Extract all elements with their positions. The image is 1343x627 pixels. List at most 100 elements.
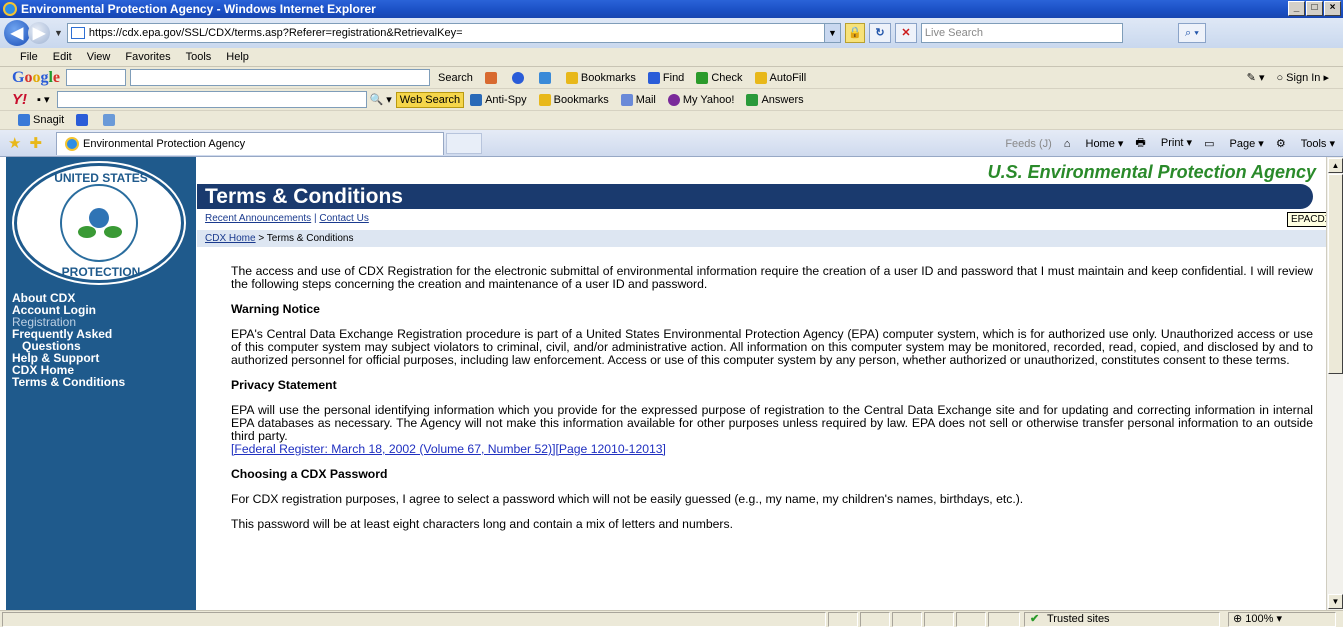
warning-paragraph: EPA's Central Data Exchange Registration… xyxy=(231,327,1313,367)
window-controls: _ □ × xyxy=(1288,1,1341,16)
seal-text-bottom: PROTECTION xyxy=(61,265,141,279)
live-search-input[interactable]: Live Search xyxy=(920,23,1123,43)
forward-button[interactable]: ▶ xyxy=(28,22,50,44)
breadcrumb: CDX Home > Terms & Conditions xyxy=(197,230,1326,247)
seal-text-top: UNITED STATES xyxy=(54,171,148,185)
menu-edit[interactable]: Edit xyxy=(53,51,72,63)
google-check-button[interactable]: Check xyxy=(696,71,743,84)
tab-label: Environmental Protection Agency xyxy=(83,137,246,150)
snagit-edit-icon[interactable] xyxy=(103,114,118,126)
terms-body: The access and use of CDX Registration f… xyxy=(231,265,1313,543)
page-button[interactable]: ▭ Page ▾ xyxy=(1204,137,1264,150)
address-bar[interactable]: https://cdx.epa.gov/SSL/CDX/terms.asp?Re… xyxy=(66,23,841,43)
scroll-up-icon[interactable]: ▲ xyxy=(1328,158,1343,173)
google-logo: Google xyxy=(12,68,61,86)
search-go-button[interactable]: ⌕ ▾ xyxy=(1177,23,1206,43)
status-text-pane xyxy=(2,612,826,627)
yahoo-answers-button[interactable]: Answers xyxy=(746,93,804,106)
google-settings-icon[interactable]: ✎ ▾ xyxy=(1247,71,1265,84)
scroll-down-icon[interactable]: ▼ xyxy=(1328,594,1343,609)
trusted-check-icon: ✔ xyxy=(1030,613,1040,625)
menu-help[interactable]: Help xyxy=(226,51,249,63)
google-bookmarks-button[interactable]: Bookmarks xyxy=(565,71,636,84)
ie-logo-icon xyxy=(3,2,17,16)
print-button[interactable]: 🖶 Print ▾ xyxy=(1135,134,1192,153)
yahoo-my-yahoo-button[interactable]: My Yahoo! xyxy=(667,93,734,106)
google-search-button[interactable]: Search xyxy=(438,72,473,84)
sidebar-item-terms[interactable]: Terms & Conditions xyxy=(12,376,125,388)
address-value[interactable]: https://cdx.epa.gov/SSL/CDX/terms.asp?Re… xyxy=(89,27,824,39)
google-search-input[interactable] xyxy=(130,69,431,86)
status-bar: ✔ Trusted sites ⊕ 100% ▾ xyxy=(0,610,1343,627)
privacy-heading: Privacy Statement xyxy=(231,378,337,392)
home-button[interactable]: ⌂ Home ▾ xyxy=(1064,137,1124,150)
refresh-button[interactable]: ↻ xyxy=(868,23,891,43)
yahoo-search-input[interactable] xyxy=(57,91,368,108)
yahoo-anti-spy-button[interactable]: Anti-Spy xyxy=(470,93,527,106)
vertical-scrollbar[interactable]: ▲ ▼ xyxy=(1326,157,1343,610)
yahoo-web-search-button[interactable]: Web Search xyxy=(395,91,465,108)
security-zone[interactable]: ✔ Trusted sites xyxy=(1024,612,1220,627)
back-button[interactable]: ◀ xyxy=(4,20,30,46)
maximize-icon[interactable]: □ xyxy=(1306,1,1323,16)
menu-favorites[interactable]: Favorites xyxy=(125,51,170,63)
tab-epa[interactable]: Environmental Protection Agency xyxy=(56,131,445,155)
menu-tools[interactable]: Tools xyxy=(186,51,212,63)
yahoo-search-icon[interactable]: 🔍 ▾ xyxy=(369,93,391,106)
yahoo-bookmarks-button[interactable]: Bookmarks xyxy=(538,93,609,106)
contact-us-link[interactable]: Contact Us xyxy=(319,213,368,224)
zoom-value: 100% xyxy=(1245,613,1274,625)
zone-label: Trusted sites xyxy=(1047,613,1110,625)
yahoo-logo[interactable]: Y! xyxy=(12,91,27,108)
page-title: Terms & Conditions xyxy=(197,184,1313,209)
snagit-button[interactable]: Snagit xyxy=(18,114,64,126)
yahoo-mail-button[interactable]: Mail xyxy=(620,93,656,106)
google-autofill-button[interactable]: AutoFill xyxy=(754,71,806,84)
breadcrumb-current: > Terms & Conditions xyxy=(258,233,354,244)
password-paragraph: For CDX registration purposes, I agree t… xyxy=(231,492,1024,506)
yahoo-toolbar: Y! ▪ ▾ 🔍 ▾ Web Search Anti-Spy Bookmarks… xyxy=(0,89,1343,111)
google-pagerank-icon[interactable] xyxy=(511,71,527,84)
federal-register-link[interactable]: [Federal Register: March 18, 2002 (Volum… xyxy=(231,442,666,456)
stop-button[interactable]: ✕ xyxy=(894,23,917,43)
status-pane xyxy=(956,612,986,627)
privacy-text: EPA will use the personal identifying in… xyxy=(231,403,1313,443)
google-news-icon[interactable] xyxy=(484,71,500,84)
lock-icon[interactable]: 🔒 xyxy=(844,23,865,43)
top-links: Recent Announcements | Contact Us xyxy=(205,213,369,224)
menu-file[interactable]: File xyxy=(20,51,38,63)
google-sign-in-button[interactable]: ○ Sign In ▸ xyxy=(1276,71,1329,85)
menu-bar: File Edit View Favorites Tools Help xyxy=(0,48,1343,67)
feeds-button[interactable]: Feeds (J) xyxy=(1005,138,1051,150)
scroll-thumb[interactable] xyxy=(1328,174,1343,374)
favorites-center-icon[interactable]: ★ xyxy=(8,134,21,152)
warning-heading: Warning Notice xyxy=(231,302,320,316)
address-dropdown-icon[interactable]: ▼ xyxy=(823,24,840,42)
page-viewport: UNITED STATES PROTECTION About CDX Accou… xyxy=(0,157,1326,610)
recent-pages-dropdown[interactable]: ▼ xyxy=(54,28,63,38)
yahoo-menu-icon[interactable]: ▪ ▾ xyxy=(37,93,49,106)
status-pane xyxy=(988,612,1020,627)
zoom-level[interactable]: ⊕ 100% ▾ xyxy=(1228,612,1336,627)
ie-page-icon xyxy=(65,136,80,151)
status-pane xyxy=(924,612,954,627)
breadcrumb-cdx-home[interactable]: CDX Home xyxy=(205,233,256,244)
zoom-icon: ⊕ xyxy=(1233,613,1243,625)
main-content: U.S. Environmental Protection Agency Ter… xyxy=(197,157,1326,610)
close-icon[interactable]: × xyxy=(1324,1,1341,16)
tools-button[interactable]: ⚙ Tools ▾ xyxy=(1276,137,1335,150)
intro-paragraph: The access and use of CDX Registration f… xyxy=(231,264,1313,291)
minimize-icon[interactable]: _ xyxy=(1288,1,1305,16)
add-favorites-icon[interactable]: ✚ xyxy=(29,134,42,152)
new-tab-button[interactable] xyxy=(446,132,483,154)
command-bar: Feeds (J) ⌂ Home ▾ 🖶 Print ▾ ▭ Page ▾ ⚙ … xyxy=(993,134,1335,153)
google-popup-icon[interactable] xyxy=(538,71,554,84)
title-bar: Environmental Protection Agency - Window… xyxy=(0,0,1343,18)
menu-view[interactable]: View xyxy=(87,51,111,63)
recent-announcements-link[interactable]: Recent Announcements xyxy=(205,213,311,224)
status-pane xyxy=(828,612,858,627)
snagit-capture-icon[interactable] xyxy=(76,114,91,126)
google-account-dropdown[interactable] xyxy=(66,69,127,86)
google-find-button[interactable]: Find xyxy=(647,71,684,84)
sidebar: UNITED STATES PROTECTION About CDX Accou… xyxy=(6,157,196,610)
